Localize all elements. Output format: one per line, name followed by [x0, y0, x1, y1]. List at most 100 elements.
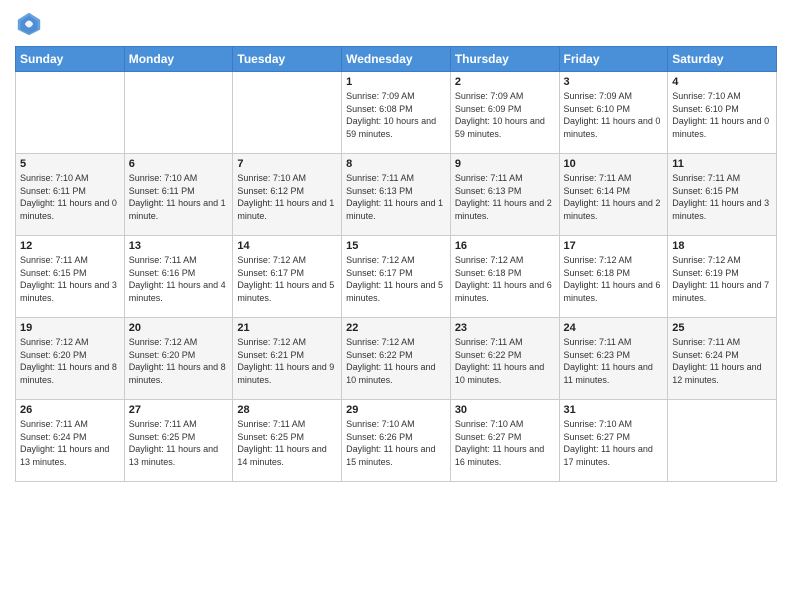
day-number: 16: [455, 240, 555, 252]
day-cell-19: 19 Sunrise: 7:12 AM Sunset: 6:20 PM Dayli…: [16, 318, 125, 400]
day-info: Sunrise: 7:11 AM Sunset: 6:13 PM Dayligh…: [346, 172, 446, 222]
weekday-header-thursday: Thursday: [450, 47, 559, 72]
weekday-header-wednesday: Wednesday: [342, 47, 451, 72]
day-number: 9: [455, 158, 555, 170]
day-cell-14: 14 Sunrise: 7:12 AM Sunset: 6:17 PM Dayli…: [233, 236, 342, 318]
day-number: 14: [237, 240, 337, 252]
day-info: Sunrise: 7:12 AM Sunset: 6:17 PM Dayligh…: [237, 254, 337, 304]
day-cell-23: 23 Sunrise: 7:11 AM Sunset: 6:22 PM Dayli…: [450, 318, 559, 400]
day-cell-17: 17Sunrise: 7:12 AM Sunset: 6:18 PM Dayli…: [559, 236, 668, 318]
day-cell-18: 18Sunrise: 7:12 AM Sunset: 6:19 PM Dayli…: [668, 236, 777, 318]
day-number: 31: [564, 404, 664, 416]
day-cell-13: 13 Sunrise: 7:11 AM Sunset: 6:16 PM Dayli…: [124, 236, 233, 318]
day-number: 28: [237, 404, 337, 416]
day-cell-16: 16 Sunrise: 7:12 AM Sunset: 6:18 PM Dayli…: [450, 236, 559, 318]
day-cell-26: 26Sunrise: 7:11 AM Sunset: 6:24 PM Dayli…: [16, 400, 125, 482]
day-cell-10: 10 Sunrise: 7:11 AM Sunset: 6:14 PM Dayli…: [559, 154, 668, 236]
day-cell-8: 8 Sunrise: 7:11 AM Sunset: 6:13 PM Daylig…: [342, 154, 451, 236]
day-number: 29: [346, 404, 446, 416]
day-info: Sunrise: 7:11 AM Sunset: 6:16 PM Dayligh…: [129, 254, 229, 304]
day-cell-30: 30 Sunrise: 7:10 AM Sunset: 6:27 PM Dayli…: [450, 400, 559, 482]
day-info: Sunrise: 7:11 AM Sunset: 6:14 PM Dayligh…: [564, 172, 664, 222]
day-cell-27: 27 Sunrise: 7:11 AM Sunset: 6:25 PM Dayli…: [124, 400, 233, 482]
day-number: 20: [129, 322, 229, 334]
day-number: 17: [564, 240, 664, 252]
day-cell-29: 29 Sunrise: 7:10 AM Sunset: 6:26 PM Dayli…: [342, 400, 451, 482]
day-number: 11: [672, 158, 772, 170]
day-info: Sunrise: 7:11 AM Sunset: 6:25 PM Dayligh…: [237, 418, 337, 468]
week-row-5: 26Sunrise: 7:11 AM Sunset: 6:24 PM Dayli…: [16, 400, 777, 482]
day-info: Sunrise: 7:12 AM Sunset: 6:18 PM Dayligh…: [455, 254, 555, 304]
day-info: Sunrise: 7:11 AM Sunset: 6:23 PM Dayligh…: [564, 336, 664, 386]
day-info: Sunrise: 7:09 AM Sunset: 6:08 PM Dayligh…: [346, 90, 446, 140]
day-info: Sunrise: 7:09 AM Sunset: 6:10 PM Dayligh…: [564, 90, 664, 140]
day-info: Sunrise: 7:12 AM Sunset: 6:20 PM Dayligh…: [20, 336, 120, 386]
day-info: Sunrise: 7:12 AM Sunset: 6:21 PM Dayligh…: [237, 336, 337, 386]
day-cell-22: 22 Sunrise: 7:12 AM Sunset: 6:22 PM Dayli…: [342, 318, 451, 400]
day-number: 8: [346, 158, 446, 170]
weekday-header-saturday: Saturday: [668, 47, 777, 72]
day-number: 21: [237, 322, 337, 334]
day-cell-24: 24 Sunrise: 7:11 AM Sunset: 6:23 PM Dayli…: [559, 318, 668, 400]
day-info: Sunrise: 7:09 AM Sunset: 6:09 PM Dayligh…: [455, 90, 555, 140]
day-cell-31: 31 Sunrise: 7:10 AM Sunset: 6:27 PM Dayli…: [559, 400, 668, 482]
week-row-2: 5Sunrise: 7:10 AM Sunset: 6:11 PM Daylig…: [16, 154, 777, 236]
weekday-header-row: SundayMondayTuesdayWednesdayThursdayFrid…: [16, 47, 777, 72]
calendar: SundayMondayTuesdayWednesdayThursdayFrid…: [15, 46, 777, 482]
logo-icon: [15, 10, 43, 38]
day-number: 22: [346, 322, 446, 334]
week-row-3: 12Sunrise: 7:11 AM Sunset: 6:15 PM Dayli…: [16, 236, 777, 318]
day-number: 24: [564, 322, 664, 334]
day-info: Sunrise: 7:10 AM Sunset: 6:27 PM Dayligh…: [455, 418, 555, 468]
week-row-4: 19 Sunrise: 7:12 AM Sunset: 6:20 PM Dayli…: [16, 318, 777, 400]
day-info: Sunrise: 7:11 AM Sunset: 6:15 PM Dayligh…: [20, 254, 120, 304]
day-info: Sunrise: 7:11 AM Sunset: 6:15 PM Dayligh…: [672, 172, 772, 222]
day-info: Sunrise: 7:10 AM Sunset: 6:26 PM Dayligh…: [346, 418, 446, 468]
day-info: Sunrise: 7:10 AM Sunset: 6:10 PM Dayligh…: [672, 90, 772, 140]
day-number: 18: [672, 240, 772, 252]
day-info: Sunrise: 7:12 AM Sunset: 6:20 PM Dayligh…: [129, 336, 229, 386]
weekday-header-monday: Monday: [124, 47, 233, 72]
day-info: Sunrise: 7:10 AM Sunset: 6:11 PM Dayligh…: [20, 172, 120, 222]
header: [15, 10, 777, 38]
day-cell-3: 3 Sunrise: 7:09 AM Sunset: 6:10 PM Daylig…: [559, 72, 668, 154]
day-info: Sunrise: 7:10 AM Sunset: 6:12 PM Dayligh…: [237, 172, 337, 222]
day-number: 3: [564, 76, 664, 88]
day-info: Sunrise: 7:12 AM Sunset: 6:22 PM Dayligh…: [346, 336, 446, 386]
logo: [15, 10, 47, 38]
day-info: Sunrise: 7:10 AM Sunset: 6:11 PM Dayligh…: [129, 172, 229, 222]
day-info: Sunrise: 7:11 AM Sunset: 6:13 PM Dayligh…: [455, 172, 555, 222]
day-number: 7: [237, 158, 337, 170]
empty-cell: [233, 72, 342, 154]
empty-cell: [16, 72, 125, 154]
weekday-header-tuesday: Tuesday: [233, 47, 342, 72]
day-number: 15: [346, 240, 446, 252]
day-number: 13: [129, 240, 229, 252]
week-row-1: 1 Sunrise: 7:09 AM Sunset: 6:08 PM Daylig…: [16, 72, 777, 154]
day-cell-7: 7 Sunrise: 7:10 AM Sunset: 6:12 PM Daylig…: [233, 154, 342, 236]
day-number: 6: [129, 158, 229, 170]
day-info: Sunrise: 7:11 AM Sunset: 6:24 PM Dayligh…: [672, 336, 772, 386]
day-cell-12: 12Sunrise: 7:11 AM Sunset: 6:15 PM Dayli…: [16, 236, 125, 318]
day-cell-11: 11 Sunrise: 7:11 AM Sunset: 6:15 PM Dayli…: [668, 154, 777, 236]
day-number: 10: [564, 158, 664, 170]
day-number: 19: [20, 322, 120, 334]
day-info: Sunrise: 7:10 AM Sunset: 6:27 PM Dayligh…: [564, 418, 664, 468]
day-cell-9: 9 Sunrise: 7:11 AM Sunset: 6:13 PM Daylig…: [450, 154, 559, 236]
day-info: Sunrise: 7:11 AM Sunset: 6:25 PM Dayligh…: [129, 418, 229, 468]
day-cell-6: 6 Sunrise: 7:10 AM Sunset: 6:11 PM Daylig…: [124, 154, 233, 236]
day-number: 27: [129, 404, 229, 416]
day-number: 2: [455, 76, 555, 88]
day-number: 26: [20, 404, 120, 416]
day-number: 23: [455, 322, 555, 334]
day-info: Sunrise: 7:11 AM Sunset: 6:22 PM Dayligh…: [455, 336, 555, 386]
day-cell-28: 28 Sunrise: 7:11 AM Sunset: 6:25 PM Dayli…: [233, 400, 342, 482]
day-cell-25: 25Sunrise: 7:11 AM Sunset: 6:24 PM Dayli…: [668, 318, 777, 400]
day-number: 30: [455, 404, 555, 416]
day-cell-1: 1 Sunrise: 7:09 AM Sunset: 6:08 PM Daylig…: [342, 72, 451, 154]
day-cell-20: 20 Sunrise: 7:12 AM Sunset: 6:20 PM Dayli…: [124, 318, 233, 400]
day-cell-5: 5Sunrise: 7:10 AM Sunset: 6:11 PM Daylig…: [16, 154, 125, 236]
day-number: 1: [346, 76, 446, 88]
day-cell-2: 2 Sunrise: 7:09 AM Sunset: 6:09 PM Daylig…: [450, 72, 559, 154]
day-cell-15: 15Sunrise: 7:12 AM Sunset: 6:17 PM Dayli…: [342, 236, 451, 318]
